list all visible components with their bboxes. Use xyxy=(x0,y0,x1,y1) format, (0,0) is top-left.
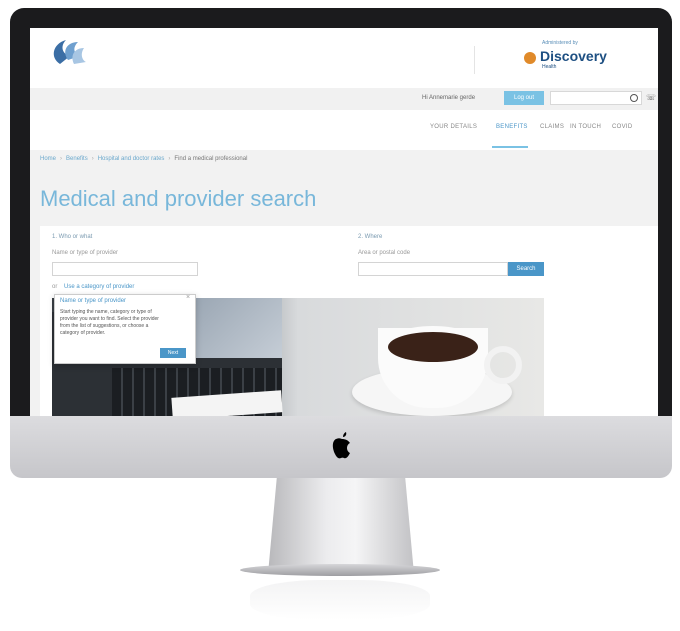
discovery-name: Discovery xyxy=(540,48,607,64)
laptop-screen-image xyxy=(192,298,282,358)
breadcrumb: Home › Benefits › Hospital and doctor rates ›… xyxy=(40,156,248,162)
tooltip-next-button[interactable]: Next xyxy=(160,348,186,358)
nav-covid[interactable]: COVID xyxy=(612,124,633,130)
or-text: or xyxy=(52,284,58,290)
browser-screen: Administered by Discovery Health Hi Anne… xyxy=(30,28,658,416)
tooltip-body: Start typing the name, category or type … xyxy=(60,309,159,336)
discovery-logo-icon xyxy=(524,52,536,64)
breadcrumb-home[interactable]: Home xyxy=(40,156,56,162)
breadcrumb-benefits[interactable]: Benefits xyxy=(66,156,88,162)
monitor-base xyxy=(240,564,440,576)
where-sublabel: Area or postal code xyxy=(358,250,411,256)
logout-button[interactable]: Log out xyxy=(504,91,544,105)
search-button[interactable]: Search xyxy=(508,262,544,276)
nav-claims[interactable]: CLAIMS xyxy=(540,124,564,130)
close-icon[interactable]: × xyxy=(186,294,190,301)
tooltip-title: Name or type of provider xyxy=(60,298,127,304)
nav-in-touch[interactable]: IN TOUCH xyxy=(570,124,601,130)
coffee-image xyxy=(388,332,478,362)
page-title: Medical and provider search xyxy=(40,186,317,211)
who-label: 1. Who or what xyxy=(52,234,93,240)
stand-reflection xyxy=(250,580,430,620)
discovery-sub: Health xyxy=(542,64,557,70)
nav-your-details[interactable]: YOUR DETAILS xyxy=(430,124,477,130)
administered-by-label: Administered by xyxy=(542,40,578,46)
breadcrumb-current: Find a medical professional xyxy=(174,156,248,162)
search-icon[interactable] xyxy=(630,94,638,102)
scheme-logo-icon[interactable] xyxy=(40,34,110,82)
site-search-input[interactable] xyxy=(550,91,642,105)
area-input[interactable] xyxy=(358,262,508,276)
monitor-stand xyxy=(268,478,414,574)
phone-icon[interactable]: ☏ xyxy=(646,91,656,105)
nav-benefits[interactable]: BENEFITS xyxy=(496,124,528,130)
where-label: 2. Where xyxy=(358,234,383,240)
apple-logo-icon xyxy=(332,432,350,459)
provider-name-input[interactable] xyxy=(52,262,198,276)
category-link[interactable]: Use a category of provider xyxy=(64,284,134,290)
who-sublabel: Name or type of provider xyxy=(52,250,119,256)
breadcrumb-rates[interactable]: Hospital and doctor rates xyxy=(98,156,165,162)
user-greeting: Hi Annemarie gerde xyxy=(422,95,476,101)
main-nav xyxy=(30,110,658,151)
cup-handle-image xyxy=(484,346,522,384)
header-divider xyxy=(474,46,475,74)
nav-active-indicator xyxy=(492,146,528,148)
